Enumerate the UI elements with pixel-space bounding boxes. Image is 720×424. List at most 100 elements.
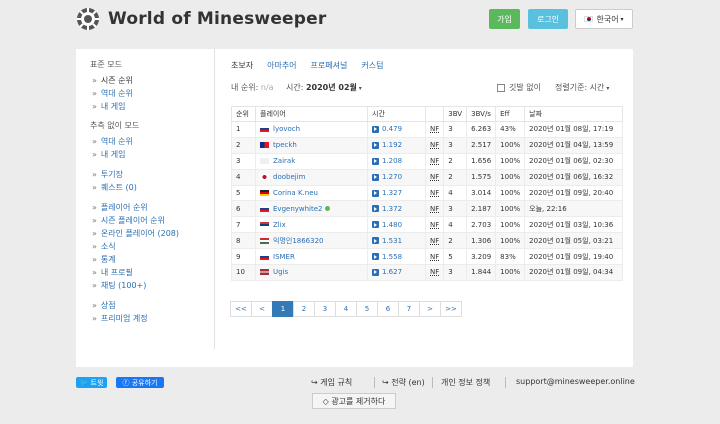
replay-icon[interactable] xyxy=(372,173,379,181)
strategy-label: 전략 (en) xyxy=(391,378,425,387)
page-button[interactable]: 1 xyxy=(272,301,294,317)
replay-icon[interactable] xyxy=(372,253,379,261)
nf-cell: NF xyxy=(424,216,445,234)
sidebar-item-label: 프리미엄 계정 xyxy=(100,314,148,323)
eff-cell: 100% xyxy=(495,152,526,170)
sidebar-item-label: 내 프로필 xyxy=(100,268,133,277)
page-button[interactable]: 5 xyxy=(356,301,378,317)
page-button[interactable]: < xyxy=(251,301,273,317)
page-button[interactable]: 4 xyxy=(335,301,357,317)
player-link[interactable]: doobejim xyxy=(273,173,305,181)
time-link[interactable]: 0.479 xyxy=(382,125,402,133)
sidebar-item-alltime-ranking[interactable]: » 역대 순위 xyxy=(90,87,210,100)
page-button[interactable]: 6 xyxy=(377,301,399,317)
sidebar-item-season-ranking[interactable]: » 시즌 순위 xyxy=(90,74,210,87)
player-link[interactable]: Corina K.neu xyxy=(273,189,318,197)
player-link[interactable]: Ugis xyxy=(273,268,288,276)
tab-beginner[interactable]: 초보자 xyxy=(231,60,253,71)
replay-icon[interactable] xyxy=(372,189,379,197)
sidebar-item-ng-alltime[interactable]: » 역대 순위 xyxy=(90,135,210,148)
tweet-button[interactable]: 🐦 트윗 xyxy=(76,377,107,388)
time-filter[interactable]: 시간: 2020년 02월 ▾ xyxy=(286,82,362,93)
sidebar-item-news[interactable]: » 소식 xyxy=(90,240,210,253)
rank-cell: 4 xyxy=(231,168,256,186)
join-button[interactable]: 가입 xyxy=(489,9,520,29)
chevron-right-icon: » xyxy=(92,203,97,212)
replay-icon[interactable] xyxy=(372,221,379,229)
game-rules-link[interactable]: ↪ 게임 규칙 xyxy=(311,377,352,388)
replay-icon[interactable] xyxy=(372,237,379,245)
eff-cell: 100% xyxy=(495,168,526,186)
page-button[interactable]: 7 xyxy=(398,301,420,317)
player-link[interactable]: tpeckh xyxy=(273,141,297,149)
time-link[interactable]: 1.627 xyxy=(382,268,402,276)
sidebar-item-statistics[interactable]: » 통계 xyxy=(90,253,210,266)
header: World of Minesweeper 가입 로그인 한국어 ▾ xyxy=(0,0,720,40)
col-3bv: 3BV xyxy=(443,106,468,122)
table-row: 6 Evgenywhite2 1.372 NF 3 2.187 100% 오늘, 22:16 xyxy=(231,200,623,218)
no-flags-toggle[interactable]: 깃발 없이 xyxy=(497,82,541,93)
remove-ads-button[interactable]: ◇ 광고를 제거하다 xyxy=(312,393,396,409)
player-link[interactable]: ISMER xyxy=(273,253,295,261)
date-cell: 2020년 01월 04일, 13:59 xyxy=(524,136,623,154)
sidebar-item-quests[interactable]: » 퀘스트 (0) xyxy=(90,181,210,194)
replay-icon[interactable] xyxy=(372,268,379,276)
page-button[interactable]: 2 xyxy=(293,301,315,317)
time-link[interactable]: 1.480 xyxy=(382,221,402,229)
col-player: 플레이어 xyxy=(255,106,368,122)
replay-icon[interactable] xyxy=(372,205,379,213)
time-link[interactable]: 1.372 xyxy=(382,205,402,213)
player-link[interactable]: 익명인1866320 xyxy=(273,237,324,245)
login-button[interactable]: 로그인 xyxy=(528,9,568,29)
page-button[interactable]: 3 xyxy=(314,301,336,317)
sidebar-item-chat[interactable]: » 채팅 (100+) xyxy=(90,279,210,292)
replay-icon[interactable] xyxy=(372,125,379,133)
rank-cell: 6 xyxy=(231,200,256,218)
time-link[interactable]: 1.208 xyxy=(382,157,402,165)
sidebar-item-online-players[interactable]: » 온라인 플레이어 (208) xyxy=(90,227,210,240)
sidebar-item-season-player-ranking[interactable]: » 시즌 플레이어 순위 xyxy=(90,214,210,227)
time-link[interactable]: 1.327 xyxy=(382,189,402,197)
logo[interactable]: World of Minesweeper xyxy=(76,7,326,31)
time-link[interactable]: 1.192 xyxy=(382,141,402,149)
tab-expert[interactable]: 프로페셔널 xyxy=(311,60,348,71)
page-button[interactable]: >> xyxy=(440,301,462,317)
no-flags-checkbox[interactable] xyxy=(497,83,505,92)
chevron-right-icon: » xyxy=(92,301,97,310)
replay-icon[interactable] xyxy=(372,157,379,165)
sidebar-item-player-ranking[interactable]: » 플레이어 순위 xyxy=(90,201,210,214)
replay-icon[interactable] xyxy=(372,141,379,149)
sidebar-item-label: 플레이어 순위 xyxy=(100,203,148,212)
country-flag-icon xyxy=(260,269,269,276)
sort-select[interactable]: 정렬기준: 시간 ▾ xyxy=(555,82,609,93)
player-link[interactable]: lyovoch xyxy=(273,125,300,133)
time-link[interactable]: 1.558 xyxy=(382,253,402,261)
player-cell: Zlix xyxy=(255,216,368,234)
support-email-link[interactable]: support@minesweeper.online xyxy=(516,377,635,386)
privacy-policy-link[interactable]: 개인 정보 정책 xyxy=(441,377,490,388)
tab-custom[interactable]: 커스텀 xyxy=(361,60,383,71)
mine-logo-icon xyxy=(77,8,99,30)
sidebar-item-premium[interactable]: » 프리미엄 계정 xyxy=(90,312,210,325)
sidebar-item-arena[interactable]: » 투기장 xyxy=(90,168,210,181)
language-select[interactable]: 한국어 ▾ xyxy=(575,9,633,29)
sidebar-item-shop[interactable]: » 상점 xyxy=(90,299,210,312)
sidebar-item-label: 소식 xyxy=(100,242,116,251)
col-rank[interactable]: 순위 xyxy=(231,106,256,122)
facebook-share-button[interactable]: ⓕ 공유하기 xyxy=(116,377,164,388)
page-button[interactable]: > xyxy=(419,301,441,317)
chevron-right-icon: » xyxy=(92,281,97,290)
strategy-link[interactable]: ↪ 전략 (en) xyxy=(382,377,425,388)
sidebar-item-my-profile[interactable]: » 내 프로필 xyxy=(90,266,210,279)
time-link[interactable]: 1.531 xyxy=(382,237,402,245)
sidebar-item-my-games[interactable]: » 내 게임 xyxy=(90,100,210,113)
col-eff: Eff xyxy=(495,106,526,122)
tab-intermediate[interactable]: 아마추어 xyxy=(267,60,296,71)
player-link[interactable]: Evgenywhite2 xyxy=(273,205,323,213)
page-button[interactable]: << xyxy=(230,301,252,317)
time-link[interactable]: 1.270 xyxy=(382,173,402,181)
arrow-icon: ↪ xyxy=(382,378,392,387)
sidebar-item-ng-my-games[interactable]: » 내 게임 xyxy=(90,148,210,161)
player-link[interactable]: Zairak xyxy=(273,157,295,165)
player-link[interactable]: Zlix xyxy=(273,221,286,229)
